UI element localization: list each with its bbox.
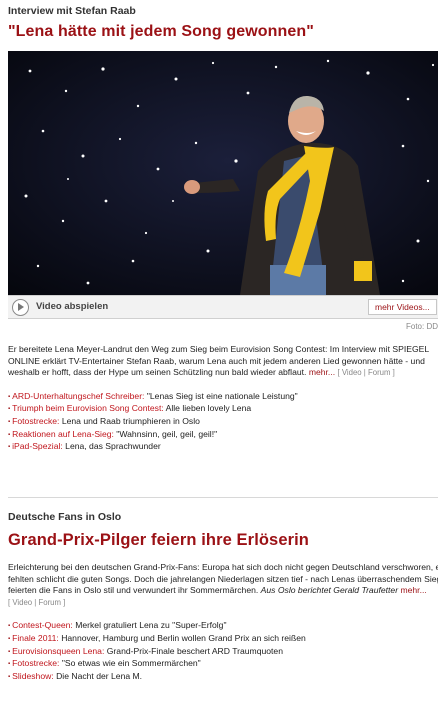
related-link-text: Merkel gratuliert Lena zu "Super-Erfolg" bbox=[72, 620, 227, 631]
related-link-item: Triumph beim Eurovision Song Contest: Al… bbox=[8, 403, 438, 416]
related-link[interactable]: Fotostrecke: bbox=[12, 658, 59, 668]
related-link-item: ARD-Unterhaltungschef Schreiber: "Lenas … bbox=[8, 391, 438, 404]
related-links: Contest-Queen: Merkel gratuliert Lena zu… bbox=[8, 620, 438, 683]
related-link-text: Lena und Raab triumphieren in Oslo bbox=[59, 415, 200, 426]
related-link-text: "Wahnsinn, geil, geil, geil!" bbox=[113, 428, 218, 439]
related-link-text: "So etwas wie ein Sommermärchen" bbox=[59, 658, 201, 669]
related-link[interactable]: Contest-Queen: bbox=[12, 620, 73, 630]
related-link[interactable]: Reaktionen auf Lena-Sieg: bbox=[12, 429, 114, 439]
video-still-image bbox=[8, 51, 438, 295]
related-link-item: Slideshow: Die Nacht der Lena M. bbox=[8, 671, 438, 684]
related-link-item: Finale 2011: Hannover, Hamburg und Berli… bbox=[8, 633, 438, 646]
article-kicker: Deutsche Fans in Oslo bbox=[8, 511, 122, 523]
related-link-item: Eurovisionsqueen Lena: Grand-Prix-Finale… bbox=[8, 646, 438, 659]
video-player[interactable] bbox=[8, 51, 438, 295]
related-link-text: Lena, das Sprachwunder bbox=[62, 441, 161, 452]
video-forum-links[interactable]: [ Video | Forum ] bbox=[337, 368, 394, 377]
related-link-text: Hannover, Hamburg und Berlin wollen Gran… bbox=[58, 632, 306, 643]
related-link-text: "Lenas Sieg ist eine nationale Leistung" bbox=[144, 390, 298, 401]
related-link[interactable]: Finale 2011: bbox=[12, 633, 59, 643]
related-link-item: Fotostrecke: Lena und Raab triumphieren … bbox=[8, 416, 438, 429]
article-teaser: Er bereitete Lena Meyer-Landrut den Weg … bbox=[8, 344, 438, 379]
related-link[interactable]: Slideshow: bbox=[12, 671, 54, 681]
play-icon[interactable] bbox=[12, 299, 29, 316]
play-video-link[interactable]: Video abspielen bbox=[36, 301, 108, 312]
article-teaser: Erleichterung bei den deutschen Grand-Pr… bbox=[8, 562, 438, 608]
article-divider bbox=[8, 497, 438, 498]
related-links: ARD-Unterhaltungschef Schreiber: "Lenas … bbox=[8, 391, 438, 454]
article-raab-interview: Interview mit Stefan Raab "Lena hätte mi… bbox=[8, 4, 438, 454]
article-headline[interactable]: "Lena hätte mit jedem Song gewonnen" bbox=[8, 22, 438, 42]
article-headline[interactable]: Grand-Prix-Pilger feiern ihre Erlöserin bbox=[8, 530, 438, 550]
more-link[interactable]: mehr... bbox=[309, 367, 335, 377]
related-link[interactable]: iPad-Spezial: bbox=[12, 441, 63, 451]
related-link-text: Alle lieben lovely Lena bbox=[163, 403, 252, 414]
article-fans-oslo: Deutsche Fans in Oslo Grand-Prix-Pilger … bbox=[8, 510, 438, 683]
related-link-item: Fotostrecke: "So etwas wie ein Sommermär… bbox=[8, 658, 438, 671]
related-link-item: Contest-Queen: Merkel gratuliert Lena zu… bbox=[8, 620, 438, 633]
related-link-text: Grand-Prix-Finale beschert ARD Traumquot… bbox=[104, 645, 283, 656]
related-link-text: Die Nacht der Lena M. bbox=[53, 670, 143, 681]
more-link[interactable]: mehr... bbox=[400, 585, 426, 595]
photo-credit: Foto: DD bbox=[405, 322, 438, 331]
related-link[interactable]: Triumph beim Eurovision Song Contest: bbox=[12, 403, 164, 413]
related-link-item: Reaktionen auf Lena-Sieg: "Wahnsinn, gei… bbox=[8, 429, 438, 442]
byline: Aus Oslo berichtet Gerald Traufetter bbox=[260, 585, 399, 596]
related-link[interactable]: ARD-Unterhaltungschef Schreiber: bbox=[12, 391, 144, 401]
article-kicker: Interview mit Stefan Raab bbox=[8, 5, 136, 17]
related-link[interactable]: Eurovisionsqueen Lena: bbox=[12, 646, 104, 656]
related-link-item: iPad-Spezial: Lena, das Sprachwunder bbox=[8, 441, 438, 454]
more-videos-button[interactable]: mehr Videos... bbox=[368, 299, 437, 315]
video-controls-bar: Video abspielen mehr Videos... bbox=[8, 295, 438, 319]
video-forum-links[interactable]: [ Video | Forum ] bbox=[8, 598, 65, 607]
related-link[interactable]: Fotostrecke: bbox=[12, 416, 59, 426]
page: Interview mit Stefan Raab "Lena hätte mi… bbox=[0, 0, 438, 711]
